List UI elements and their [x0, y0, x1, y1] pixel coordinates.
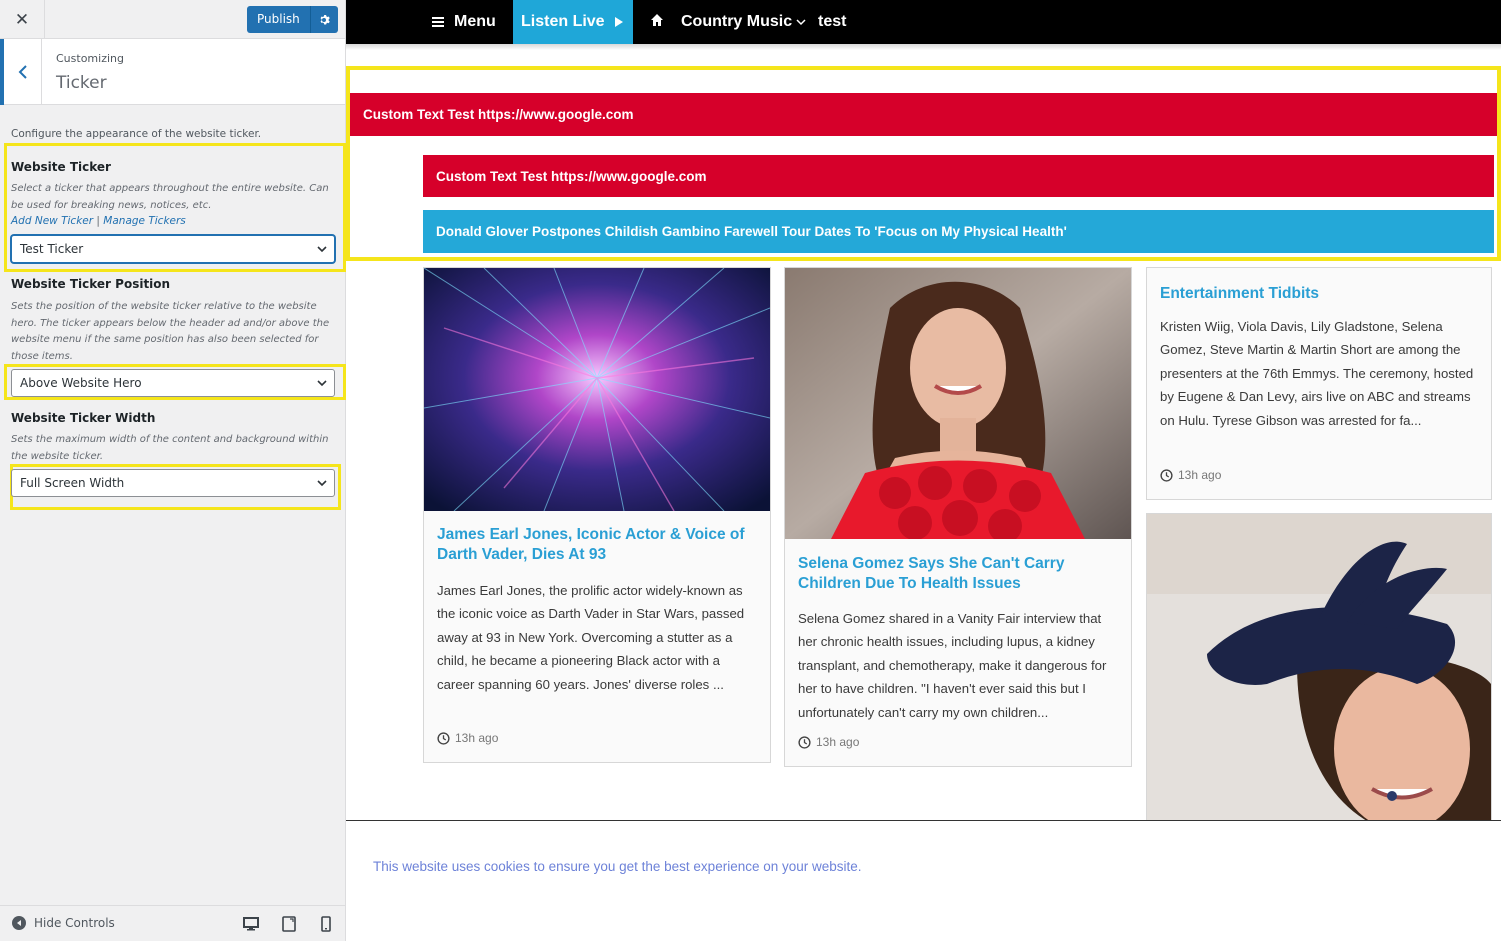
section-description: Configure the appearance of the website … — [11, 128, 262, 140]
nav-link-test[interactable]: test — [818, 0, 846, 44]
site-header-nav: Menu Listen Live Country Music test — [346, 0, 1501, 50]
hide-controls-label: Hide Controls — [34, 916, 115, 930]
ticker-bar[interactable]: Custom Text Test https://www.google.com — [423, 155, 1494, 197]
menu-button[interactable]: Menu — [432, 0, 496, 44]
hide-controls-button[interactable]: Hide Controls — [12, 916, 115, 930]
chevron-down-icon — [317, 480, 327, 487]
time-label: 13h ago — [816, 735, 860, 749]
mobile-preview-icon[interactable] — [318, 916, 334, 932]
ticker-position-value: Above Website Hero — [20, 376, 142, 390]
breadcrumb: Customizing — [56, 52, 124, 65]
time-label: 13h ago — [1178, 468, 1222, 482]
time-label: 13h ago — [455, 731, 499, 745]
customizer-sidebar: ✕ Publish Customizing Ticker Configure t… — [0, 0, 346, 941]
chevron-down-icon — [317, 380, 327, 387]
news-card[interactable]: Selena Gomez Says She Can't Carry Childr… — [784, 267, 1132, 767]
close-icon: ✕ — [14, 9, 30, 30]
site-preview: Menu Listen Live Country Music test Cust… — [346, 0, 1501, 941]
ticker-bar-full[interactable]: Custom Text Test https://www.google.com — [350, 93, 1497, 136]
article-timestamp: 13h ago — [798, 735, 859, 749]
station-dropdown[interactable]: Country Music — [681, 0, 806, 44]
ticker-links: Add New Ticker | Manage Tickers — [11, 215, 186, 227]
website-ticker-select[interactable]: Test Ticker — [11, 235, 335, 263]
clock-icon — [1160, 468, 1173, 482]
website-ticker-value: Test Ticker — [20, 242, 84, 256]
nav-shadow — [346, 44, 1501, 50]
article-title[interactable]: Selena Gomez Says She Can't Carry Childr… — [798, 554, 1118, 594]
article-image[interactable] — [424, 268, 770, 511]
ticker-position-description: Sets the position of the website ticker … — [11, 301, 330, 362]
article-excerpt: Kristen Wiig, Viola Davis, Lily Gladston… — [1160, 319, 1474, 428]
chevron-down-icon — [317, 246, 327, 253]
website-ticker-label: Website Ticker — [11, 160, 111, 174]
news-card[interactable] — [1146, 513, 1492, 834]
news-card[interactable]: James Earl Jones, Iconic Actor & Voice o… — [423, 267, 771, 763]
ticker-bar-headline[interactable]: Donald Glover Postpones Childish Gambino… — [423, 210, 1494, 253]
publish-actions: Publish — [247, 6, 338, 33]
article-timestamp: 13h ago — [1160, 468, 1221, 482]
article-excerpt: Selena Gomez shared in a Vanity Fair int… — [798, 611, 1107, 720]
ticker-position-select[interactable]: Above Website Hero — [11, 369, 335, 397]
desktop-preview-icon[interactable] — [243, 916, 259, 932]
website-ticker-description: Select a ticker that appears throughout … — [11, 183, 329, 211]
back-button[interactable] — [0, 39, 42, 105]
gear-icon — [320, 14, 331, 24]
play-icon — [614, 17, 623, 27]
news-card[interactable]: Entertainment Tidbits Kristen Wiig, Viol… — [1146, 267, 1492, 500]
link-separator: | — [96, 215, 100, 227]
ticker-position-label: Website Ticker Position — [11, 277, 171, 291]
article-image[interactable] — [785, 268, 1131, 539]
chevron-down-icon — [796, 19, 806, 26]
publish-settings-button[interactable] — [310, 6, 338, 33]
article-image[interactable] — [1147, 514, 1491, 834]
publish-button[interactable]: Publish — [247, 6, 311, 33]
customizer-footer: Hide Controls — [0, 905, 345, 941]
ticker-width-description: Sets the maximum width of the content an… — [11, 434, 329, 462]
section-title: Ticker — [56, 73, 107, 93]
clock-icon — [798, 735, 811, 749]
collapse-icon — [12, 916, 26, 930]
chevron-left-icon — [18, 65, 27, 79]
manage-tickers-link[interactable]: Manage Tickers — [103, 215, 185, 227]
menu-label: Menu — [454, 13, 496, 30]
cookie-notice-text: This website uses cookies to ensure you … — [373, 859, 862, 874]
tablet-preview-icon[interactable] — [281, 916, 297, 932]
ticker-width-label: Website Ticker Width — [11, 411, 156, 425]
ticker-width-select[interactable]: Full Screen Width — [11, 469, 335, 497]
article-excerpt: James Earl Jones, the prolific actor wid… — [437, 583, 745, 692]
ticker-width-value: Full Screen Width — [20, 476, 125, 490]
cookie-banner: This website uses cookies to ensure you … — [346, 820, 1501, 941]
hamburger-icon — [432, 17, 444, 27]
station-label: Country Music — [681, 13, 793, 30]
clock-icon — [437, 731, 450, 745]
close-customizer-button[interactable]: ✕ — [0, 0, 45, 39]
article-title[interactable]: James Earl Jones, Iconic Actor & Voice o… — [437, 525, 757, 565]
listen-live-button[interactable]: Listen Live — [513, 0, 633, 44]
article-title[interactable]: Entertainment Tidbits — [1160, 284, 1478, 304]
home-icon[interactable] — [650, 13, 664, 27]
article-timestamp: 13h ago — [437, 731, 498, 745]
add-new-ticker-link[interactable]: Add New Ticker — [11, 215, 93, 227]
section-header: Customizing Ticker — [0, 39, 345, 105]
listen-live-label: Listen Live — [521, 13, 605, 30]
customizer-header-bar: ✕ Publish — [0, 0, 345, 39]
